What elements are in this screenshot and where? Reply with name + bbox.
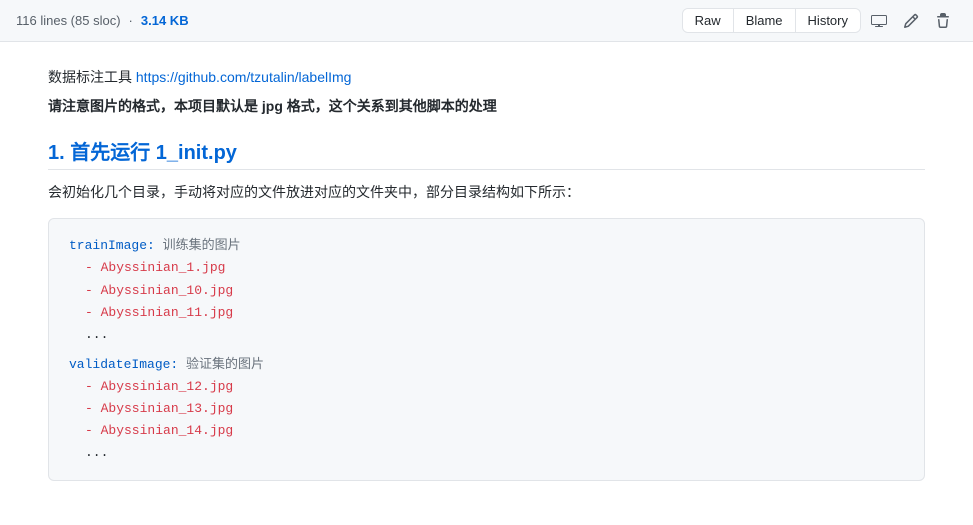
monitor-icon [871, 13, 887, 29]
edit-icon [903, 13, 919, 29]
validate-item-1-text: - Abyssinian_12.jpg [85, 379, 233, 394]
validate-item-1: - Abyssinian_12.jpg [69, 376, 904, 398]
heading-link[interactable]: 1. 首先运行 1_init.py [48, 142, 237, 164]
annotation-tool-line: 数据标注工具 https://github.com/tzutalin/label… [48, 66, 925, 88]
edit-icon-button[interactable] [897, 9, 925, 33]
validate-item-3-text: - Abyssinian_14.jpg [85, 423, 233, 438]
blame-button[interactable]: Blame [734, 9, 796, 32]
file-content: 数据标注工具 https://github.com/tzutalin/label… [0, 42, 973, 525]
delete-icon-button[interactable] [929, 9, 957, 33]
train-image-comment: 训练集的图片 [163, 238, 241, 253]
train-item-2-text: - Abyssinian_10.jpg [85, 283, 233, 298]
train-ellipsis: ... [69, 324, 904, 346]
validate-image-line: validateImage: 验证集的图片 [69, 354, 904, 376]
train-item-1-text: - Abyssinian_1.jpg [85, 260, 225, 275]
validate-item-2: - Abyssinian_13.jpg [69, 398, 904, 420]
train-item-2: - Abyssinian_10.jpg [69, 280, 904, 302]
view-buttons: Raw Blame History [682, 8, 861, 33]
annotation-tool-link[interactable]: https://github.com/tzutalin/labelImg [136, 69, 352, 85]
file-info: 116 lines (85 sloc) · 3.14 KB [16, 13, 189, 28]
validate-item-3: - Abyssinian_14.jpg [69, 420, 904, 442]
toolbar-left: 116 lines (85 sloc) · 3.14 KB [16, 13, 189, 28]
annotation-tool-text: 数据标注工具 [48, 69, 132, 85]
raw-button[interactable]: Raw [683, 9, 734, 32]
monitor-icon-button[interactable] [865, 9, 893, 33]
warning-line: 请注意图片的格式，本项目默认是 jpg 格式，这个关系到其他脚本的处理 [48, 96, 925, 116]
section-heading: 1. 首先运行 1_init.py [48, 136, 925, 170]
lines-info: 116 lines (85 sloc) [16, 13, 121, 28]
toolbar: 116 lines (85 sloc) · 3.14 KB Raw Blame … [0, 0, 973, 42]
train-item-1: - Abyssinian_1.jpg [69, 257, 904, 279]
train-image-key: trainImage: [69, 238, 155, 253]
validate-image-comment: 验证集的图片 [186, 357, 264, 372]
validate-image-key: validateImage: [69, 357, 178, 372]
code-block: trainImage: 训练集的图片 - Abyssinian_1.jpg - … [48, 218, 925, 481]
toolbar-right: Raw Blame History [682, 8, 957, 33]
train-item-3: - Abyssinian_11.jpg [69, 302, 904, 324]
validate-ellipsis: ... [69, 442, 904, 464]
separator: · [129, 13, 133, 28]
file-size: 3.14 KB [141, 13, 189, 28]
history-button[interactable]: History [796, 9, 860, 32]
train-image-line: trainImage: 训练集的图片 [69, 235, 904, 257]
train-item-3-text: - Abyssinian_11.jpg [85, 305, 233, 320]
description-line: 会初始化几个目录，手动将对应的文件放进对应的文件夹中，部分目录结构如下所示： [48, 182, 925, 202]
validate-item-2-text: - Abyssinian_13.jpg [85, 401, 233, 416]
trash-icon [935, 13, 951, 29]
